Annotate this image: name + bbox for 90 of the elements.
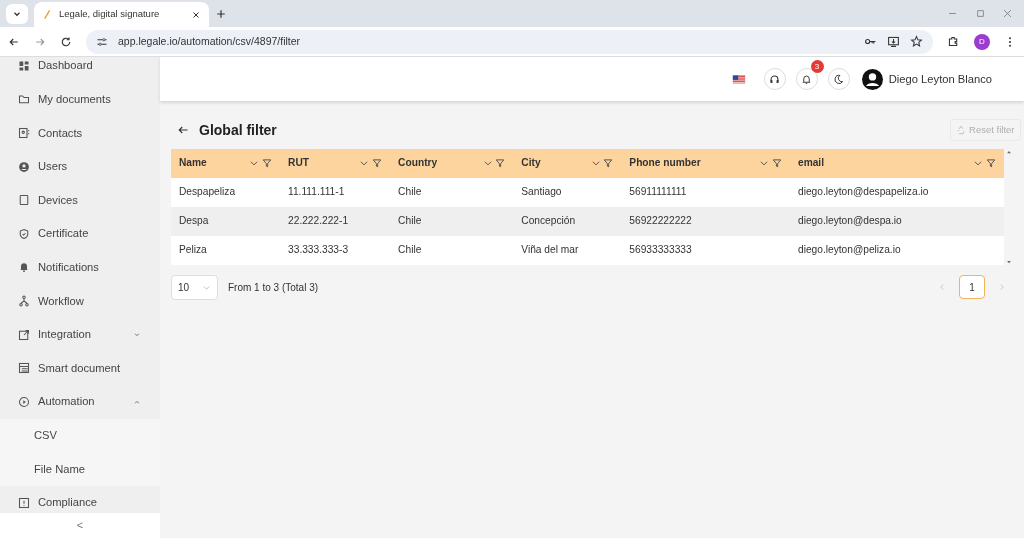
- chevron-down-icon[interactable]: [482, 158, 493, 168]
- shield-icon: [18, 227, 30, 240]
- table-cell: Chile: [390, 206, 514, 236]
- column-header[interactable]: email: [789, 148, 1005, 178]
- page-title: Global filter: [199, 120, 278, 140]
- table-cell: 56911111111: [621, 177, 790, 207]
- table-cell: Chile: [390, 235, 514, 265]
- chevron-down-icon[interactable]: [759, 158, 770, 168]
- column-header[interactable]: Name: [171, 148, 281, 178]
- table-cell: Despapeliza: [171, 177, 281, 207]
- external-link-icon: [18, 328, 30, 341]
- play-circle-icon: [18, 395, 30, 408]
- sidebar-item[interactable]: Devices: [0, 183, 160, 217]
- tablet-icon: [18, 194, 30, 207]
- extensions-icon[interactable]: [947, 35, 960, 48]
- sidebar-item[interactable]: Automation: [0, 384, 160, 419]
- sidebar-item[interactable]: Dashboard: [0, 49, 160, 83]
- results-summary: From 1 to 3 (Total 3): [228, 280, 320, 295]
- table-cell: Santiago: [513, 177, 622, 207]
- table-cell: 22.222.222-1: [280, 206, 391, 236]
- chevron-down-icon[interactable]: [249, 158, 260, 168]
- grid-icon: [18, 59, 30, 72]
- sidebar-subitem[interactable]: CSV: [0, 418, 160, 453]
- reload-icon[interactable]: [60, 35, 72, 48]
- contact-card-icon: [18, 127, 30, 139]
- sidebar-item[interactable]: Certificate: [0, 216, 160, 251]
- table-cell: 33.333.333-3: [280, 235, 391, 265]
- scroll-down-icon: [1005, 258, 1012, 265]
- folder-icon: [18, 93, 30, 106]
- scroll-up-icon: [1005, 148, 1012, 155]
- sidebar-item[interactable]: Compliance: [0, 485, 160, 513]
- sidebar-item[interactable]: Smart document: [0, 351, 160, 385]
- profile-avatar[interactable]: D: [974, 33, 990, 50]
- page-button[interactable]: 1: [959, 275, 985, 299]
- sidebar-item[interactable]: Integration: [0, 317, 160, 352]
- filter-icon[interactable]: [495, 158, 506, 168]
- sidebar-subitem[interactable]: File Name: [0, 452, 160, 486]
- filter-icon[interactable]: [603, 158, 614, 168]
- table-cell: Despa: [171, 206, 281, 236]
- new-tab-icon[interactable]: [215, 8, 227, 20]
- filter-icon[interactable]: [986, 158, 997, 168]
- notifications-button[interactable]: [795, 68, 818, 90]
- filter-icon[interactable]: [262, 158, 273, 168]
- column-header[interactable]: Country: [390, 148, 514, 178]
- bell-icon: [18, 261, 30, 274]
- sidebar-item[interactable]: Contacts: [0, 116, 160, 150]
- table-cell: Viña del mar: [513, 235, 622, 265]
- table-cell: 56933333333: [621, 235, 790, 265]
- moon-icon: [833, 73, 844, 85]
- document-icon: [18, 362, 30, 375]
- pen-icon: [42, 9, 53, 20]
- install-icon[interactable]: [887, 35, 900, 48]
- chevron-down-icon[interactable]: [590, 158, 601, 168]
- tab-search-button[interactable]: [6, 4, 28, 24]
- chevron-down-icon[interactable]: [973, 158, 984, 168]
- column-header[interactable]: City: [513, 148, 622, 178]
- table-cell: 56922222222: [621, 206, 790, 236]
- sidebar-item[interactable]: Users: [0, 149, 160, 184]
- table-cell: diego.leyton@despa.io: [789, 206, 1005, 236]
- table-cell: Concepción: [513, 206, 622, 236]
- page-size-select[interactable]: 10: [171, 274, 218, 300]
- support-button[interactable]: [763, 68, 786, 90]
- user-name[interactable]: Diego Leyton Blanco: [888, 70, 992, 88]
- sidebar-item[interactable]: Notifications: [0, 250, 160, 285]
- table-cell: diego.leyton@despapeliza.io: [789, 177, 1005, 207]
- close-icon[interactable]: [191, 9, 201, 20]
- user-icon: [18, 160, 30, 173]
- sidebar-item[interactable]: Workflow: [0, 284, 160, 318]
- site-settings-icon[interactable]: [96, 35, 108, 48]
- browser-tab[interactable]: Legale, digital signature: [34, 2, 209, 27]
- workflow-icon: [18, 294, 30, 307]
- table-cell: diego.leyton@peliza.io: [789, 235, 1005, 265]
- filter-icon[interactable]: [771, 158, 782, 168]
- table-cell: Chile: [390, 177, 514, 207]
- star-icon[interactable]: [910, 35, 923, 48]
- back-arrow-icon[interactable]: [177, 124, 189, 136]
- theme-toggle-button[interactable]: [827, 68, 850, 90]
- table-cell: 11.111.111-1: [280, 177, 391, 207]
- collapse-sidebar-button[interactable]: <: [76, 517, 84, 534]
- column-header[interactable]: RUT: [280, 148, 391, 178]
- headset-icon: [769, 73, 780, 85]
- column-header[interactable]: Phone number: [621, 148, 790, 178]
- chevron-down-icon[interactable]: [359, 158, 370, 168]
- table-cell: Peliza: [171, 235, 281, 265]
- notification-count: 3: [810, 60, 824, 73]
- sidebar-item[interactable]: My documents: [0, 82, 160, 117]
- filter-icon[interactable]: [372, 158, 383, 168]
- alert-icon: [18, 496, 30, 509]
- avatar-icon[interactable]: [862, 68, 884, 90]
- bell-icon: [801, 73, 812, 85]
